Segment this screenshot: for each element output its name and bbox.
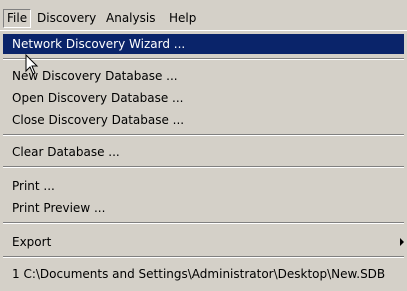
menu-separator [3, 222, 404, 224]
chevron-right-icon [400, 238, 404, 246]
menu-analysis[interactable]: Analysis [103, 10, 158, 27]
file-menu-dropdown: Network Discovery Wizard ... New Discove… [0, 30, 407, 291]
export-item[interactable]: Export [3, 232, 404, 252]
print-preview-item[interactable]: Print Preview ... [3, 198, 404, 218]
new-discovery-database-item[interactable]: New Discovery Database ... [3, 66, 404, 86]
close-discovery-database-item[interactable]: Close Discovery Database ... [3, 110, 404, 130]
clear-database-item[interactable]: Clear Database ... [3, 142, 404, 162]
menu-separator [3, 58, 404, 60]
open-discovery-database-item[interactable]: Open Discovery Database ... [3, 88, 404, 108]
menu-discovery[interactable]: Discovery [34, 10, 99, 27]
menu-file[interactable]: File [3, 9, 32, 28]
mouse-pointer-icon [25, 54, 39, 75]
menu-separator [3, 256, 404, 258]
print-item[interactable]: Print ... [3, 176, 404, 196]
menu-separator [3, 134, 404, 136]
menu-separator [3, 166, 404, 168]
network-discovery-wizard-item[interactable]: Network Discovery Wizard ... [3, 34, 404, 54]
menu-help[interactable]: Help [166, 10, 199, 27]
export-label: Export [12, 235, 52, 249]
recent-file-item[interactable]: 1 C:\Documents and Settings\Administrato… [3, 264, 404, 284]
menu-bar: File Discovery Analysis Help [0, 0, 407, 32]
